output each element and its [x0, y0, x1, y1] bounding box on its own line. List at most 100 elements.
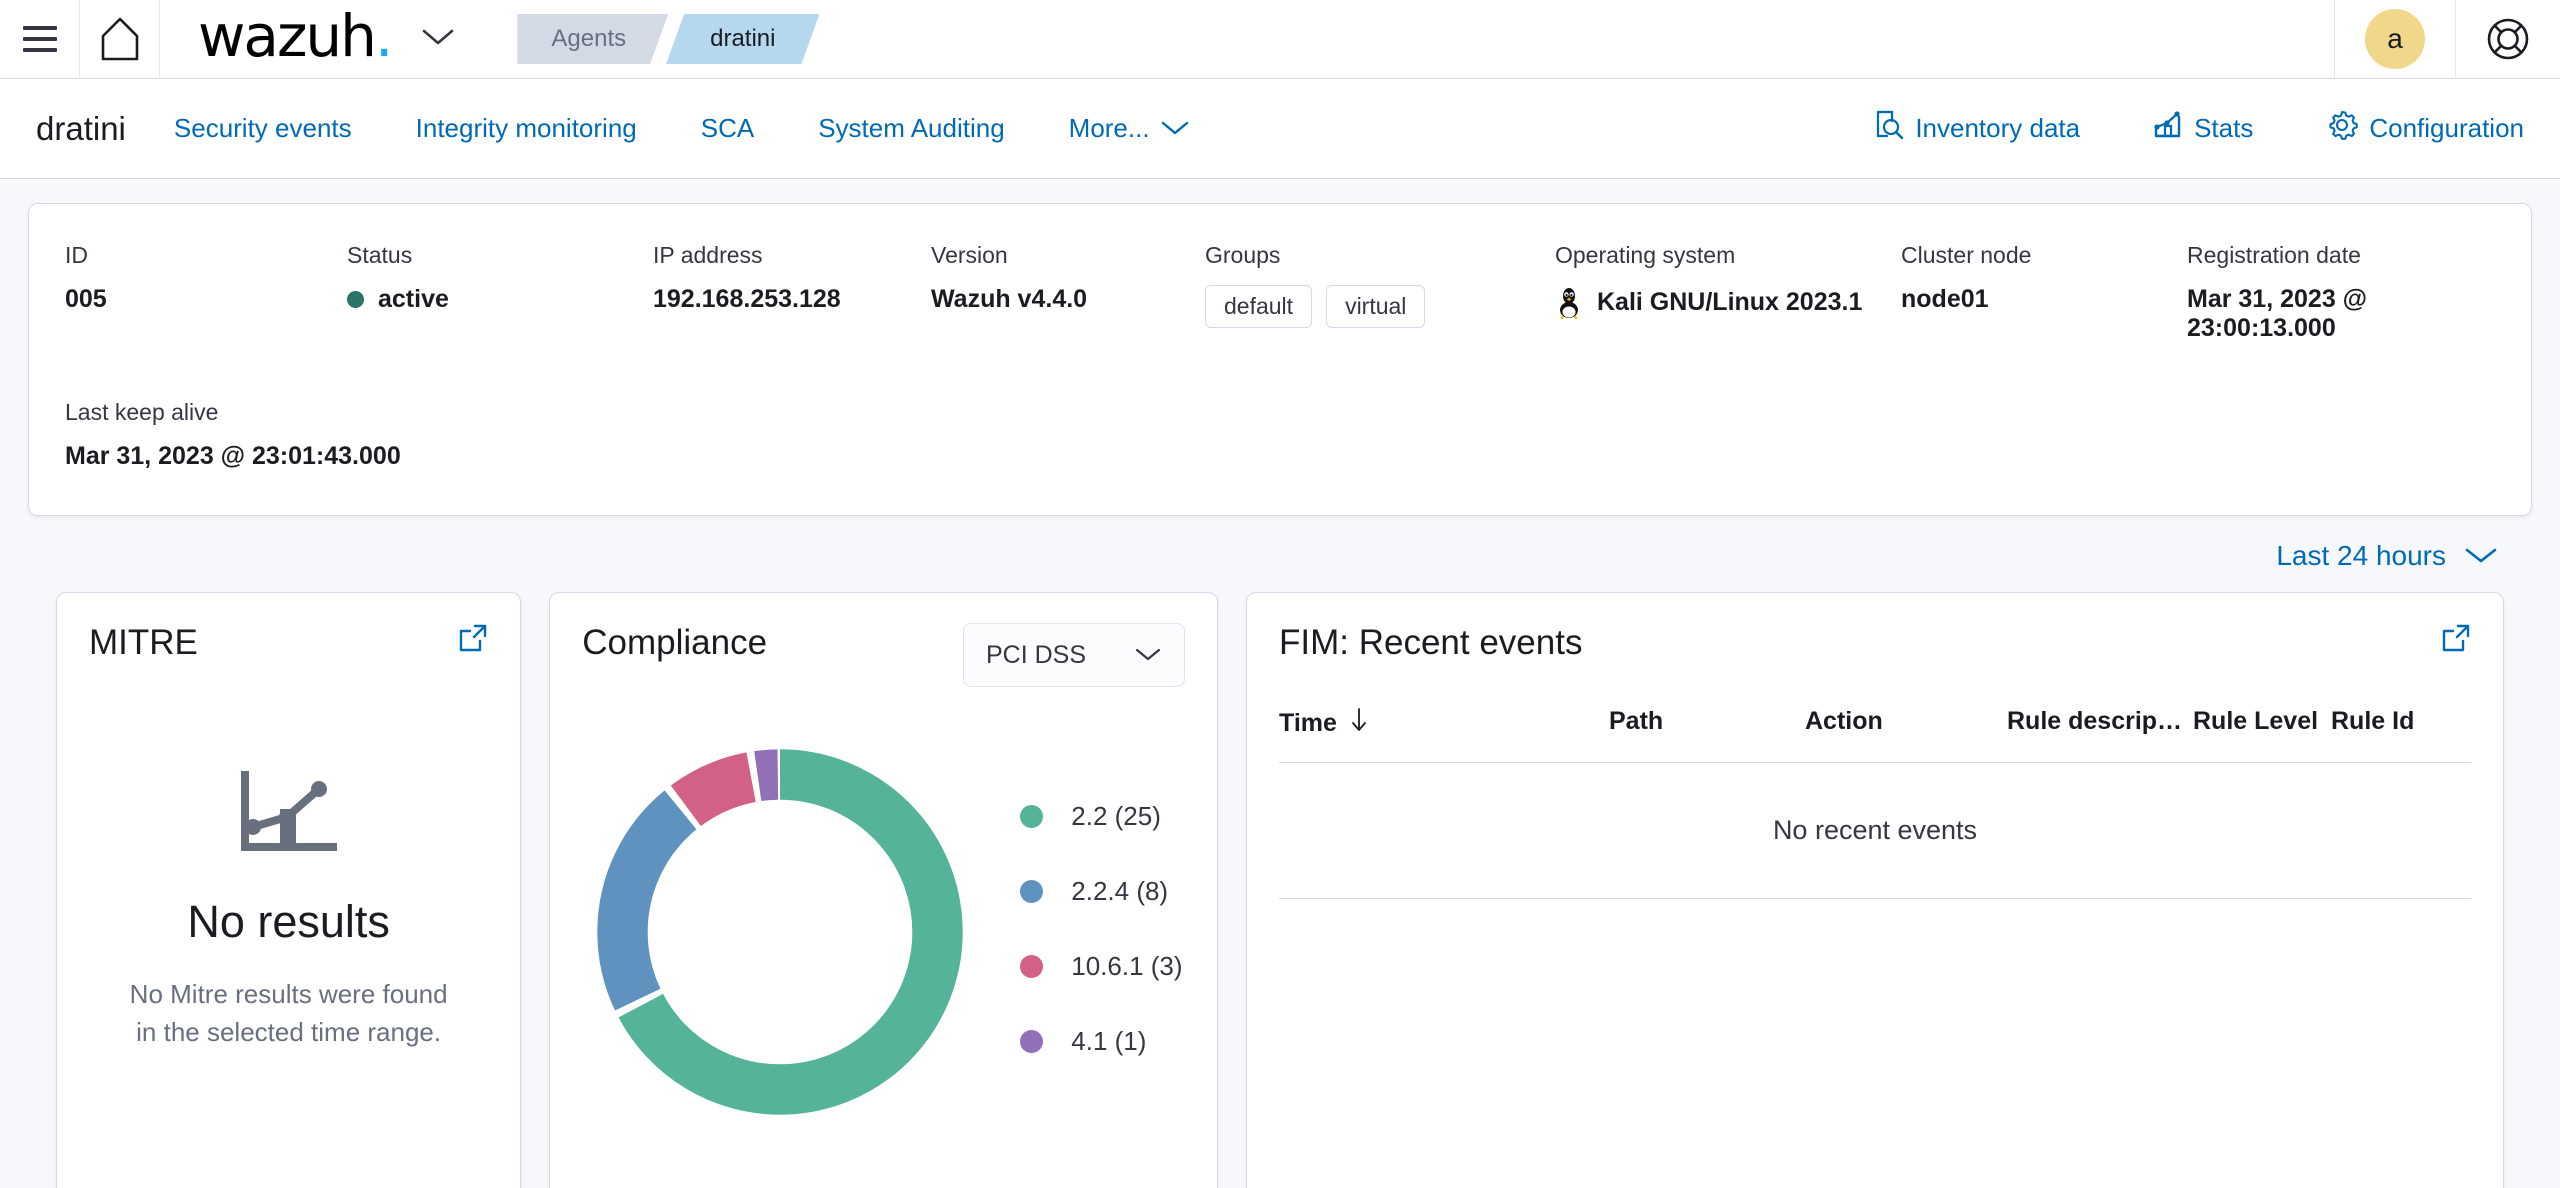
time-range-label: Last 24 hours [2276, 540, 2446, 571]
status-dot-icon [347, 291, 364, 308]
compliance-legend: 2.2 (25) 2.2.4 (8) 10.6.1 (3) 4.1 (1) [1020, 801, 1183, 1057]
dashboard-row: MITRE No results No Mitre results were f… [28, 592, 2532, 1188]
os-label: Kali GNU/Linux 2023.1 [1597, 287, 1863, 316]
time-range-selector[interactable]: Last 24 hours [2276, 540, 2498, 572]
agent-field-id: ID 005 [65, 242, 347, 343]
agent-field-version: Version Wazuh v4.4.0 [931, 242, 1205, 343]
agent-field-ip-address: IP address 192.168.253.128 [653, 242, 931, 343]
legend-color-swatch [1020, 804, 1044, 828]
logo-dot: . [374, 2, 393, 70]
breadcrumb-item-current[interactable]: dratini [666, 14, 819, 64]
status-badge: active [347, 285, 653, 314]
field-label: IP address [653, 242, 763, 268]
divider [1279, 898, 2471, 899]
agent-field-operating-system: Operating system Kali GNU/Linux 2023.1 [1555, 242, 1901, 343]
field-value: Wazuh v4.4.0 [931, 285, 1088, 313]
gear-icon [2325, 108, 2359, 149]
group-badge-default[interactable]: default [1205, 285, 1313, 328]
agent-info-grid: ID 005 Status active IP address 192.168.… [65, 242, 2495, 343]
column-header-rule-level[interactable]: Rule Level [2193, 707, 2331, 740]
stats-chart-icon [2152, 109, 2184, 148]
tab-inventory-data[interactable]: Inventory data [1873, 109, 2080, 148]
legend-color-swatch [1020, 954, 1044, 978]
legend-color-swatch [1020, 879, 1044, 903]
legend-item[interactable]: 2.2 (25) [1020, 801, 1182, 832]
page-content: ID 005 Status active IP address 192.168.… [0, 179, 2560, 1188]
avatar-initial: a [2387, 23, 2403, 54]
tab-more[interactable]: More... [1069, 113, 1190, 144]
legend-label: 10.6.1 (3) [1071, 950, 1183, 981]
column-header-time[interactable]: Time [1279, 707, 1609, 740]
chevron-down-icon[interactable] [421, 27, 455, 52]
breadcrumb-item-agents[interactable]: Agents [517, 14, 668, 64]
no-results-chart-icon [240, 771, 337, 852]
field-label: Groups [1205, 242, 1281, 268]
legend-item[interactable]: 10.6.1 (3) [1020, 950, 1183, 982]
help-button[interactable] [2456, 0, 2560, 79]
agent-field-last-keep-alive: Last keep alive Mar 31, 2023 @ 23:01:43.… [65, 399, 2495, 471]
compliance-donut-chart [570, 722, 990, 1142]
tab-label: Integrity monitoring [415, 113, 637, 143]
help-lifering-icon [2487, 18, 2529, 60]
table-empty-message: No recent events [1772, 815, 1978, 845]
agent-info-panel: ID 005 Status active IP address 192.168.… [28, 203, 2532, 516]
compliance-standard-select[interactable]: PCI DSS [963, 623, 1185, 687]
field-value: Mar 31, 2023 @ 23:01:43.000 [65, 442, 401, 470]
fim-recent-events-card: FIM: Recent events Time Path Action Rule… [1246, 592, 2504, 1188]
agent-field-registration-date: Registration date Mar 31, 2023 @ 23:00:1… [2187, 242, 2495, 343]
field-label: Registration date [2187, 242, 2361, 268]
hamburger-icon [22, 26, 57, 52]
field-value: Mar 31, 2023 @ 23:00:13.000 [2187, 285, 2368, 342]
field-label: Cluster node [1901, 242, 2032, 268]
column-header-path[interactable]: Path [1609, 707, 1805, 740]
global-top-bar: wazuh. Agents dratini a [0, 0, 2560, 79]
home-button[interactable] [80, 0, 159, 79]
empty-state-title: No results [187, 896, 390, 948]
external-link-icon[interactable] [2441, 623, 2471, 658]
breadcrumb-label: dratini [710, 25, 776, 52]
group-badge-list: default virtual [1205, 285, 1555, 328]
card-title: FIM: Recent events [1279, 623, 1583, 662]
field-value: 192.168.253.128 [653, 285, 841, 313]
arrow-down-icon [1349, 707, 1369, 740]
empty-state-subtitle: No Mitre results were found in the selec… [129, 979, 448, 1047]
column-header-action[interactable]: Action [1805, 707, 2007, 740]
wazuh-logo[interactable]: wazuh. [160, 0, 483, 79]
chevron-down-icon [2464, 540, 2498, 572]
tab-stats[interactable]: Stats [2152, 109, 2253, 148]
tab-security-events[interactable]: Security events [174, 113, 352, 144]
field-value: 005 [65, 285, 107, 313]
column-header-rule-description[interactable]: Rule descrip… [2007, 707, 2193, 740]
legend-item[interactable]: 2.2.4 (8) [1020, 876, 1182, 907]
select-value: PCI DSS [986, 640, 1087, 669]
field-label: Version [931, 242, 1008, 268]
legend-label: 4.1 (1) [1071, 1025, 1147, 1056]
breadcrumb-label: Agents [551, 25, 627, 52]
legend-item[interactable]: 4.1 (1) [1020, 1026, 1182, 1057]
field-label: Status [347, 242, 413, 268]
inventory-search-icon [1873, 109, 1905, 148]
breadcrumb: Agents dratini [517, 14, 819, 64]
logo-text: wazuh [198, 2, 377, 70]
linux-tux-icon [1560, 288, 1578, 319]
card-title: Compliance [582, 623, 768, 662]
user-menu-button[interactable]: a [2335, 0, 2455, 79]
group-badge-virtual[interactable]: virtual [1326, 285, 1426, 328]
legend-color-swatch [1020, 1029, 1044, 1053]
tab-configuration[interactable]: Configuration [2325, 108, 2524, 149]
avatar: a [2365, 9, 2425, 69]
menu-toggle-button[interactable] [0, 0, 79, 79]
field-value-os: Kali GNU/Linux 2023.1 [1555, 285, 1901, 319]
column-header-rule-id[interactable]: Rule Id [2331, 707, 2471, 740]
tab-integrity-monitoring[interactable]: Integrity monitoring [416, 113, 637, 144]
chevron-down-icon [1134, 641, 1162, 670]
tab-sca[interactable]: SCA [701, 113, 754, 144]
agent-field-groups: Groups default virtual [1205, 242, 1555, 343]
legend-label: 2.2.4 (8) [1071, 875, 1169, 906]
agent-nav-bar: dratini Security events Integrity monito… [0, 79, 2560, 179]
compliance-card: Compliance PCI DSS 2.2 (25) 2.2.4 (8) 10… [549, 592, 1218, 1188]
page-title: dratini [36, 109, 126, 147]
tab-system-auditing[interactable]: System Auditing [818, 113, 1004, 144]
field-label: ID [65, 242, 88, 268]
home-icon [101, 17, 138, 61]
